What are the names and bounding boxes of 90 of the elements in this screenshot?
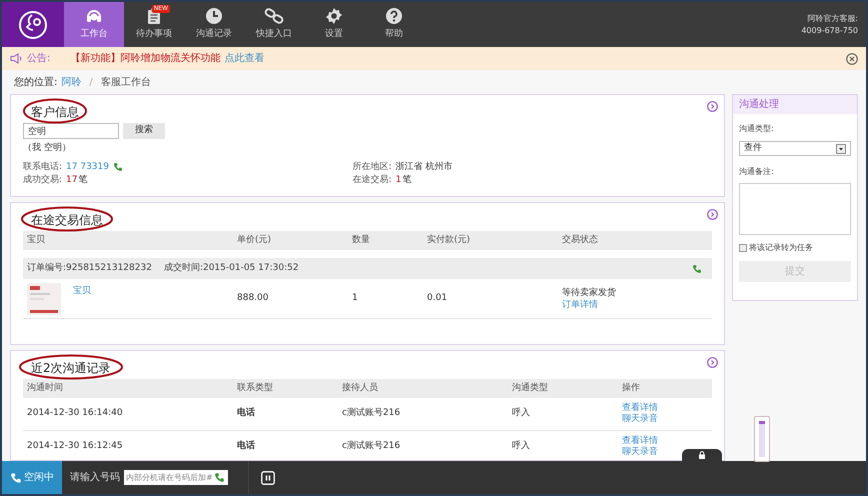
lock-icon — [698, 451, 706, 459]
table-cell-text: 电话 — [237, 407, 256, 420]
table-cell-text: c测试账号216 — [342, 440, 402, 454]
dial-prompt: 请输入号码 — [70, 470, 120, 485]
field-label: 在途交易: — [352, 174, 392, 186]
table-cell-text: 2014-12-30 16:12:45 — [27, 440, 124, 454]
table-cell-text: 1 — [352, 292, 359, 305]
phone-icon[interactable] — [692, 264, 702, 274]
breadcrumb-label: 您的位置: — [14, 76, 58, 90]
search-field[interactable]: 空明 — [23, 123, 119, 139]
record-link[interactable]: 查看详情 — [622, 436, 658, 447]
task-checkbox[interactable] — [739, 244, 748, 252]
field-label: 成功交易: — [23, 174, 62, 186]
order-detail-link[interactable]: 订单详情 — [562, 298, 708, 310]
nav-tab[interactable]: 快捷入口 — [244, 2, 304, 47]
table-cell-text: 呼入 — [512, 407, 531, 420]
checkbox-label: 将该记录转为任务 — [749, 242, 814, 254]
phone-number[interactable]: 17 73319 — [66, 160, 109, 174]
section-title: 客户信息 — [31, 105, 79, 119]
phone-icon — [214, 472, 225, 483]
count-value: 17 — [66, 174, 78, 186]
close-icon[interactable] — [846, 52, 858, 64]
count-unit: 笔 — [78, 174, 88, 186]
order-status: 等待卖家发货 — [562, 286, 617, 298]
table-cell-text: 电话 — [237, 440, 256, 454]
expand-icon[interactable] — [707, 357, 718, 368]
panel-title: 沟通处理 — [733, 95, 857, 114]
phone-icon — [113, 162, 123, 172]
settings-icon — [325, 7, 343, 26]
service-phone: 4009-678-750 — [801, 24, 858, 36]
customer-name: （我 空明） — [23, 142, 72, 155]
breadcrumb-link[interactable]: 阿聆 — [61, 74, 82, 90]
nav-tab[interactable]: 沟通记录 — [184, 2, 244, 47]
notice-text: 【新功能】阿聆增加物流关怀功能 — [70, 52, 220, 66]
column-header: 沟通类型 — [512, 382, 549, 395]
search-button[interactable]: 搜索 — [123, 123, 165, 139]
status-indicator[interactable]: 空闲中 — [2, 461, 62, 494]
field-label: 沟通类型: — [739, 123, 775, 135]
field-label: 所在地区: — [352, 160, 392, 174]
column-header: 数量 — [352, 234, 371, 247]
order-time: 成交时间:2015-01-05 17:30:52 — [164, 262, 299, 275]
logo-icon — [18, 10, 48, 40]
table-cell-text: 呼入 — [512, 440, 531, 454]
table-cell-text: c测试账号216 — [342, 407, 402, 420]
annotation-circle — [22, 98, 88, 124]
nav-tab[interactable]: 帮助 — [364, 2, 424, 47]
field-label: 沟通备注: — [739, 166, 775, 178]
dial-field[interactable]: 内部分机请在号码后加# — [124, 470, 228, 485]
nav-tab[interactable]: 设置 — [304, 2, 364, 47]
column-header: 联系类型 — [237, 382, 274, 395]
phone-icon — [10, 472, 22, 484]
column-header: 接待人员 — [342, 382, 379, 395]
notice-link[interactable]: 点此查看 — [224, 51, 264, 66]
order-number: 订单编号:925815213128232 — [27, 262, 152, 275]
expand-icon[interactable] — [707, 101, 718, 112]
record-link[interactable]: 查看详情 — [622, 403, 658, 414]
count-unit: 笔 — [402, 174, 412, 186]
table-cell-text: 0.01 — [427, 292, 448, 305]
link-icon — [264, 7, 284, 26]
type-dropdown[interactable]: 查件 — [739, 141, 851, 156]
notice-label: 公告: — [27, 52, 50, 66]
record-link[interactable]: 聊天录音 — [622, 447, 658, 458]
breadcrumb-link[interactable]: 客服工作台 — [100, 74, 151, 90]
clock-icon — [205, 7, 223, 26]
field-value: 浙江省 杭州市 — [396, 160, 452, 174]
column-header: 实付款(元) — [427, 234, 472, 247]
product-thumbnail-drawing[interactable] — [27, 282, 61, 314]
volume-slider-drawing[interactable] — [754, 416, 770, 462]
breadcrumb-separator: / — [88, 76, 94, 90]
nav-tab[interactable]: 工作台 — [64, 2, 124, 47]
logo-tile[interactable] — [2, 2, 64, 47]
table-cell-text: 2014-12-30 16:14:40 — [27, 407, 124, 420]
record-link[interactable]: 聊天录音 — [622, 414, 658, 425]
column-header: 单价(元) — [237, 234, 272, 247]
section-title: 近2次沟通记录 — [31, 361, 111, 375]
lock-tab[interactable] — [682, 449, 722, 461]
product-link[interactable]: 宝贝 — [73, 284, 91, 298]
column-header: 宝贝 — [27, 234, 46, 247]
service-label: 阿聆官方客服: — [807, 12, 858, 24]
column-header: 沟通时间 — [27, 382, 64, 395]
megaphone-icon — [10, 53, 23, 64]
table-cell-text: 888.00 — [237, 292, 270, 305]
column-header: 交易状态 — [562, 234, 599, 247]
count-value: 1 — [396, 174, 402, 186]
field-label: 联系电话: — [23, 160, 62, 174]
pause-icon[interactable] — [261, 470, 275, 484]
expand-icon[interactable] — [707, 209, 718, 220]
section-title: 在途交易信息 — [31, 213, 103, 227]
help-icon — [385, 7, 403, 26]
column-header: 操作 — [622, 382, 641, 395]
